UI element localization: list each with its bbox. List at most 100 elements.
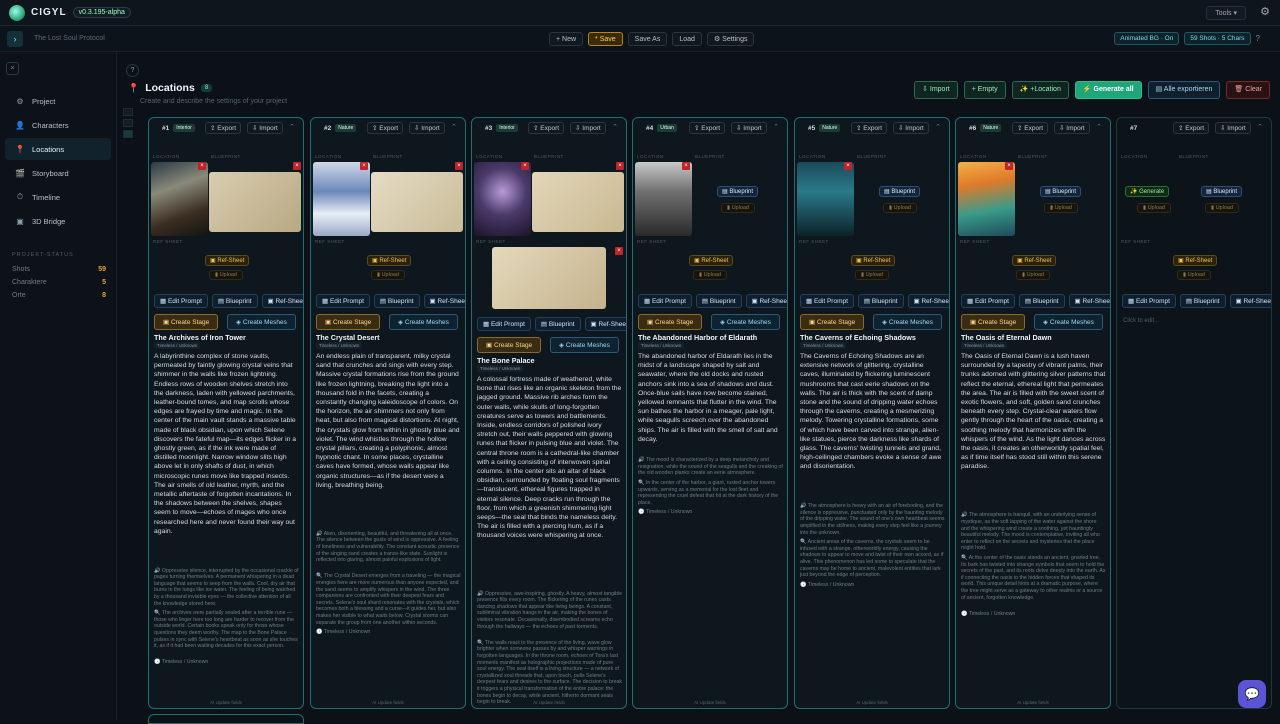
location-mood[interactable]: 🔊 The mood is characterized by a deep me… — [638, 457, 783, 477]
upload-blueprint-button[interactable]: ▮ Upload — [1205, 203, 1239, 213]
settings-button[interactable]: ⚙ Settings — [707, 32, 755, 46]
card-import-button[interactable]: ⇩ Import — [570, 122, 606, 134]
upload-refsheet-button[interactable]: ▮ Upload — [1177, 270, 1211, 280]
delete-location-image-icon[interactable]: × — [521, 162, 529, 170]
create-meshes-button[interactable]: ◈ Create Meshes — [227, 314, 296, 330]
card-import-button[interactable]: ⇩ Import — [893, 122, 929, 134]
location-description[interactable]: A labyrinthine complex of stone vaults, … — [154, 352, 299, 536]
card-import-button[interactable]: ⇩ Import — [1215, 122, 1251, 134]
blueprint-button[interactable]: ▤ Blueprint — [858, 294, 904, 308]
location-details[interactable]: 🔍 At the center of the oasis stands an a… — [961, 555, 1106, 601]
edit-prompt-button[interactable]: ▦ Edit Prompt — [800, 294, 854, 308]
blueprint-image[interactable] — [532, 172, 624, 232]
location-image[interactable] — [313, 162, 370, 236]
settings-gear-icon[interactable]: ⚙ — [1260, 5, 1270, 18]
new-button[interactable]: + New — [549, 32, 583, 46]
import-button[interactable]: ⇩ Import — [914, 81, 958, 99]
sidebar-item-storyboard[interactable]: 🎬Storyboard — [5, 162, 111, 184]
location-title[interactable]: The Abandoned Harbor of Eldarath — [638, 333, 757, 342]
delete-blueprint-image-icon[interactable]: × — [293, 162, 301, 170]
click-to-edit-placeholder[interactable]: Click to edit... — [1123, 318, 1159, 324]
blueprint-image[interactable] — [209, 172, 301, 232]
delete-blueprint-image-icon[interactable]: × — [616, 162, 624, 170]
generate-refsheet-button[interactable]: ▣ Ref-Sheet — [367, 255, 411, 266]
location-title[interactable]: The Crystal Desert — [316, 333, 380, 342]
card-menu-icon[interactable]: ⌃ — [289, 123, 295, 131]
help-icon[interactable]: ? — [1256, 34, 1260, 43]
card-export-button[interactable]: ⇪ Export — [689, 122, 725, 134]
location-details[interactable]: 🔍 Ancient areas of the caverns, the crys… — [800, 539, 945, 579]
create-meshes-button[interactable]: ◈ Create Meshes — [873, 314, 942, 330]
location-details[interactable]: 🔍 The Crystal Desert emerges from a trav… — [316, 573, 461, 626]
create-stage-button[interactable]: ▣ Create Stage — [800, 314, 864, 330]
upload-location-button[interactable]: ▮ Upload — [1137, 203, 1171, 213]
location-mood[interactable]: 🔊 Alien, disorienting, beautiful, and th… — [316, 531, 461, 564]
create-stage-button[interactable]: ▣ Create Stage — [961, 314, 1025, 330]
refsheet-button[interactable]: ▣ Ref-Sheet — [746, 294, 788, 308]
location-description[interactable]: The abandoned harbor of Eldarath lies in… — [638, 352, 783, 444]
card-export-button[interactable]: ⇪ Export — [851, 122, 887, 134]
location-title[interactable]: The Bone Palace — [477, 356, 535, 365]
ai-update-fields-link[interactable]: AI Update fields — [956, 700, 1110, 705]
delete-location-image-icon[interactable]: × — [198, 162, 206, 170]
card-export-button[interactable]: ⇪ Export — [205, 122, 241, 134]
delete-refsheet-image-icon[interactable]: × — [615, 247, 623, 255]
location-title[interactable]: The Oasis of Eternal Dawn — [961, 333, 1052, 342]
upload-refsheet-button[interactable]: ▮ Upload — [371, 270, 405, 280]
export-all-button[interactable]: ▤ Alle exportieren — [1148, 81, 1221, 99]
ai-update-fields-link[interactable]: AI Update fields — [311, 700, 465, 705]
generate-blueprint-button[interactable]: ▤ Blueprint — [1201, 186, 1242, 197]
sidebar-item-locations[interactable]: 📍Locations — [5, 138, 111, 160]
card-export-button[interactable]: ⇪ Export — [367, 122, 403, 134]
delete-location-image-icon[interactable]: × — [682, 162, 690, 170]
card-menu-icon[interactable]: ⌃ — [935, 123, 941, 131]
view-toggle-button[interactable] — [123, 108, 133, 116]
load-button[interactable]: Load — [672, 32, 702, 46]
blueprint-button[interactable]: ▤ Blueprint — [374, 294, 420, 308]
blueprint-button[interactable]: ▤ Blueprint — [1019, 294, 1065, 308]
location-details[interactable]: 🔍 The archives were partially sealed aft… — [154, 610, 299, 650]
view-toggle-button[interactable] — [123, 119, 133, 127]
edit-prompt-button[interactable]: ▦ Edit Prompt — [154, 294, 208, 308]
card-menu-icon[interactable]: ⌃ — [612, 123, 618, 131]
delete-location-image-icon[interactable]: × — [1005, 162, 1013, 170]
location-image[interactable] — [958, 162, 1015, 236]
create-meshes-button[interactable]: ◈ Create Meshes — [1034, 314, 1103, 330]
refsheet-button[interactable]: ▣ Ref-Sheet — [1230, 294, 1272, 308]
sidebar-item-timeline[interactable]: ⏱Timeline — [5, 186, 111, 208]
blueprint-image[interactable] — [371, 172, 463, 232]
card-export-button[interactable]: ⇪ Export — [1173, 122, 1209, 134]
create-stage-button[interactable]: ▣ Create Stage — [477, 337, 541, 353]
close-icon[interactable]: × — [6, 62, 19, 75]
generate-refsheet-button[interactable]: ▣ Ref-Sheet — [851, 255, 895, 266]
sidebar-item-characters[interactable]: 👤Characters — [5, 114, 111, 136]
generate-blueprint-button[interactable]: ▤ Blueprint — [717, 186, 758, 197]
upload-refsheet-button[interactable]: ▮ Upload — [209, 270, 243, 280]
card-import-button[interactable]: ⇩ Import — [731, 122, 767, 134]
blueprint-button[interactable]: ▤ Blueprint — [535, 317, 581, 331]
refsheet-button[interactable]: ▣ Ref-Sheet — [262, 294, 304, 308]
delete-location-image-icon[interactable]: × — [844, 162, 852, 170]
sidebar-item-project[interactable]: ⚙Project — [5, 90, 111, 112]
edit-prompt-button[interactable]: ▦ Edit Prompt — [1122, 294, 1176, 308]
location-image[interactable] — [151, 162, 208, 236]
location-mood[interactable]: 🔊 The atmosphere is heavy with an air of… — [800, 503, 945, 536]
blueprint-button[interactable]: ▤ Blueprint — [1180, 294, 1226, 308]
project-counts-pill[interactable]: 59 Shots · 5 Chars — [1184, 32, 1250, 45]
location-mood[interactable]: 🔊 Oppressive, awe-inspiring, ghostly. A … — [477, 591, 622, 631]
blueprint-button[interactable]: ▤ Blueprint — [212, 294, 258, 308]
view-toggle-button[interactable] — [123, 130, 133, 138]
upload-blueprint-button[interactable]: ▮ Upload — [883, 203, 917, 213]
ai-update-fields-link[interactable]: AI Update fields — [149, 700, 303, 705]
generate-refsheet-button[interactable]: ▣ Ref-Sheet — [1012, 255, 1056, 266]
edit-prompt-button[interactable]: ▦ Edit Prompt — [638, 294, 692, 308]
blueprint-button[interactable]: ▤ Blueprint — [696, 294, 742, 308]
upload-refsheet-button[interactable]: ▮ Upload — [855, 270, 889, 280]
create-stage-button[interactable]: ▣ Create Stage — [638, 314, 702, 330]
location-mood[interactable]: 🔊 The atmosphere is tranquil, with an un… — [961, 512, 1106, 552]
edit-prompt-button[interactable]: ▦ Edit Prompt — [961, 294, 1015, 308]
create-meshes-button[interactable]: ◈ Create Meshes — [711, 314, 780, 330]
animated-bg-toggle[interactable]: Animated BG · On — [1114, 32, 1179, 45]
help-icon[interactable]: ? — [126, 64, 139, 77]
generate-all-button[interactable]: ⚡ Generate all — [1075, 81, 1142, 99]
